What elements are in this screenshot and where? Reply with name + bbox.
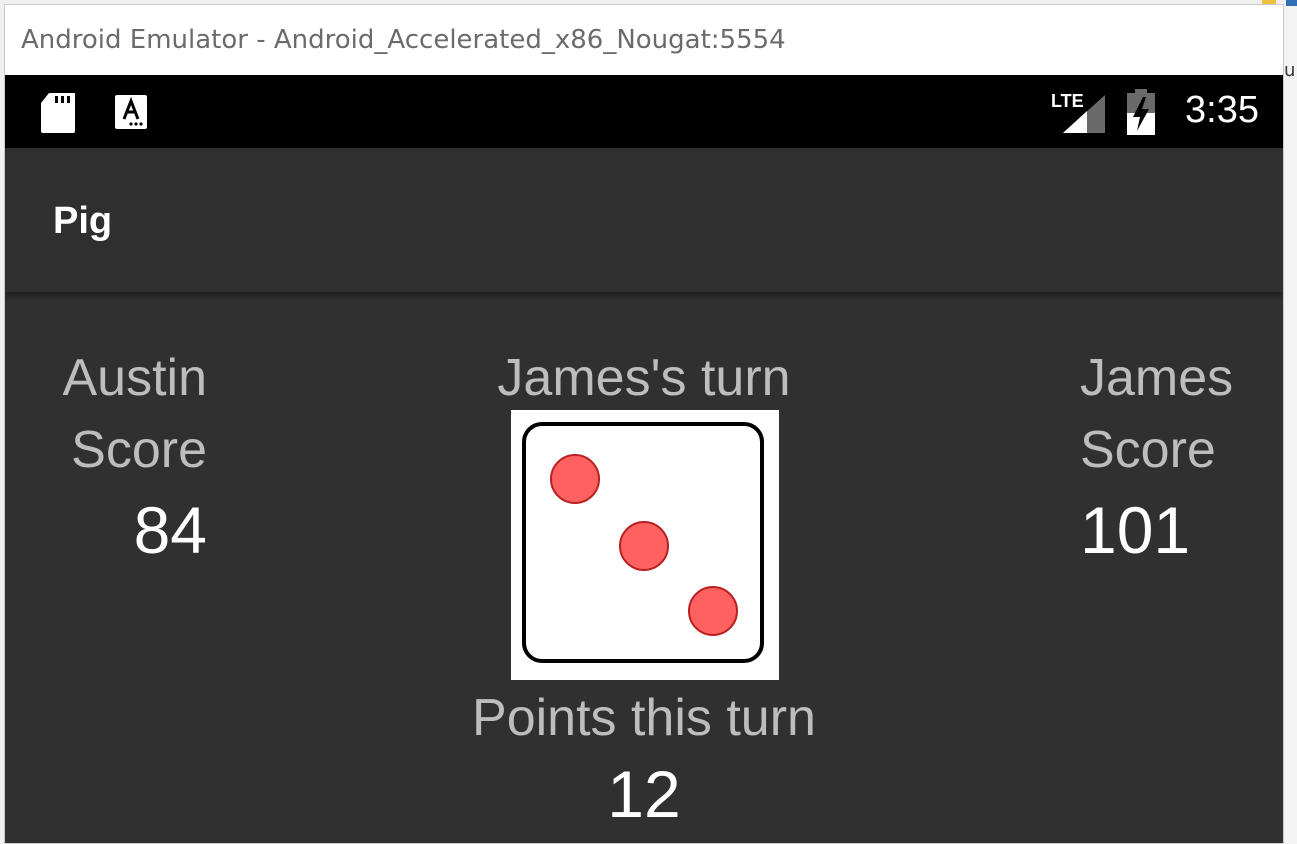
desktop-background [1284,0,1297,844]
app-title: Pig [53,200,113,242]
sd-card-icon [41,93,75,133]
keyboard-a-icon [115,95,147,129]
battery-charging-icon [1127,89,1155,135]
points-this-turn-value: 12 [607,757,681,831]
desktop-text-fragment: u [1284,60,1296,81]
app-bar: Pig [5,148,1283,292]
window-titlebar[interactable]: Android Emulator - Android_Accelerated_x… [5,5,1283,75]
status-bar: LTE 3:35 [5,75,1283,148]
points-this-turn-label: Points this turn [472,689,816,747]
player2-score-label: Score [1080,421,1216,479]
window-title: Android Emulator - Android_Accelerated_x… [21,25,786,55]
device-screen: LTE 3:35 Pig Austin Score 84 James's tur… [5,75,1283,843]
player2-name: James [1080,349,1234,407]
player1-score: 84 [133,493,207,567]
die-image[interactable] [511,410,779,680]
game-area: Austin Score 84 James's turn Points this… [5,292,1283,843]
player2-score: 101 [1080,493,1191,567]
svg-text:LTE: LTE [1051,91,1084,111]
emulator-window: Android Emulator - Android_Accelerated_x… [4,4,1284,844]
player1-score-label: Score [71,421,207,479]
status-clock: 3:35 [1185,89,1259,131]
die-face-three-icon [522,422,764,663]
lte-signal-icon: LTE [1051,91,1105,133]
desktop-app-icon [1286,0,1297,6]
